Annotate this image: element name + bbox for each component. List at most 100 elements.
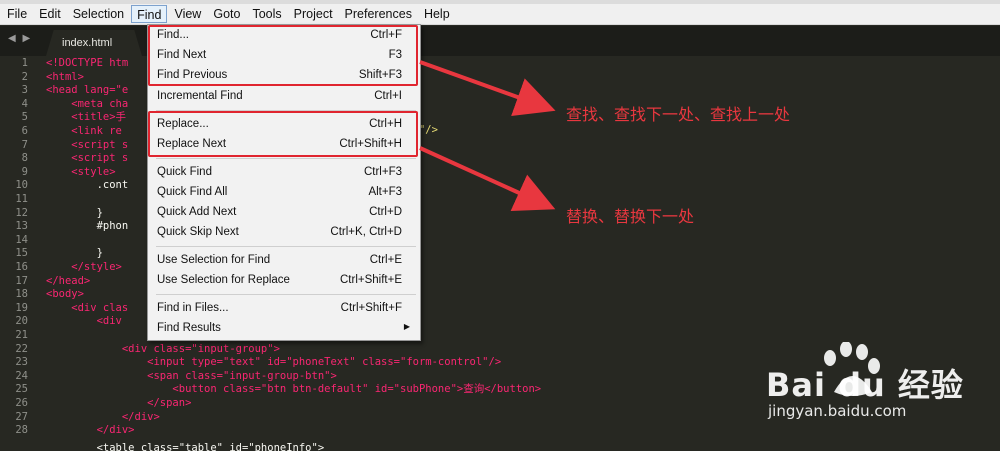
menu-tools[interactable]: Tools <box>247 5 286 23</box>
code-line: <body> <box>46 288 84 301</box>
submenu-arrow-icon: ▶ <box>403 322 410 331</box>
line-number: 16 <box>15 261 28 273</box>
menu-item-shortcut: Ctrl+Shift+E <box>340 274 402 286</box>
menu-find[interactable]: Find <box>131 5 168 23</box>
code-line: </span> <box>46 397 192 409</box>
code-line: #phon <box>46 220 129 233</box>
menu-item-label: Find Results <box>157 322 221 334</box>
find-menu-item[interactable]: Quick Find All Alt+F3 <box>149 183 419 203</box>
highlight-box-replace <box>148 111 418 157</box>
line-number: 19 <box>15 301 28 314</box>
menu-help[interactable]: Help <box>419 5 455 23</box>
tab-label: index.html <box>62 37 113 49</box>
watermark-brand: Bai du 经验 <box>766 366 964 404</box>
line-number: 7 <box>21 138 28 151</box>
find-menu-item[interactable]: Find in Files... Ctrl+Shift+F <box>149 299 419 319</box>
highlight-box-find <box>148 25 418 86</box>
menu-item-shortcut: Ctrl+I <box>374 90 402 102</box>
code-line: .cont <box>46 179 129 192</box>
code-line: <script s <box>46 138 129 151</box>
menu-goto[interactable]: Goto <box>208 5 245 23</box>
menu-separator <box>156 294 416 295</box>
line-number: 3 <box>21 84 28 97</box>
line-number: 8 <box>21 152 28 165</box>
find-menu-item[interactable]: Use Selection for Replace Ctrl+Shift+E <box>149 271 419 291</box>
code-line: <style> <box>46 165 116 178</box>
code-line: <meta cha <box>46 97 129 110</box>
line-number: 25 <box>15 383 28 396</box>
line-number: 26 <box>15 397 28 409</box>
code-line: </div> <box>46 410 160 423</box>
line-number: 1 <box>21 57 28 69</box>
menu-separator <box>156 158 416 159</box>
code-line: <script s <box>46 152 129 165</box>
menu-file[interactable]: File <box>2 5 32 23</box>
annotation-find: 查找、查找下一处、查找上一处 <box>566 105 791 124</box>
annotation-replace: 替换、替换下一处 <box>566 207 695 226</box>
menu-selection[interactable]: Selection <box>68 5 129 23</box>
line-number: 28 <box>15 424 28 437</box>
code-line: <span class="input-group-btn"> <box>46 369 337 382</box>
menu-preferences[interactable]: Preferences <box>340 5 417 23</box>
code-line: <head lang="e <box>46 84 129 97</box>
menu-view[interactable]: View <box>169 5 206 23</box>
find-menu-item[interactable]: Use Selection for Find Ctrl+E <box>149 251 419 271</box>
code-line-partial: <table class="table" id="phoneInfo"> <box>46 442 325 451</box>
menu-item-shortcut: Ctrl+E <box>369 254 402 266</box>
menu-item-label: Use Selection for Find <box>157 254 271 266</box>
line-number: 10 <box>15 179 28 192</box>
code-line: <!DOCTYPE htm <box>46 57 129 69</box>
code-line: <title>手 <box>46 111 127 124</box>
menu-item-shortcut: Ctrl+F3 <box>363 166 402 178</box>
code-line: <button class="btn btn-default" id="subP… <box>46 383 542 396</box>
menu-bar: File Edit Selection Find View Goto Tools… <box>0 4 1000 25</box>
find-menu-item[interactable]: Quick Skip Next Ctrl+K, Ctrl+D <box>149 223 419 243</box>
line-number: 20 <box>15 315 28 328</box>
menu-item-shortcut: Ctrl+K, Ctrl+D <box>330 226 402 238</box>
line-number: 4 <box>21 97 28 110</box>
line-number: 2 <box>21 70 28 83</box>
find-menu-item[interactable]: Quick Add Next Ctrl+D <box>149 203 419 223</box>
line-number: 15 <box>15 247 28 260</box>
line-number: 18 <box>15 288 28 301</box>
menu-item-label: Quick Skip Next <box>157 226 239 238</box>
line-number: 12 <box>15 206 28 219</box>
code-line: } <box>46 206 103 219</box>
code-line: </div> <box>46 424 135 437</box>
tab-nav-arrows-icon[interactable]: ◀ ▶ <box>8 33 32 44</box>
line-number: 6 <box>21 125 28 137</box>
menu-item-shortcut: Ctrl+D <box>369 206 402 218</box>
menu-item-label: Incremental Find <box>157 90 243 102</box>
menu-project[interactable]: Project <box>289 5 338 23</box>
line-number: 14 <box>15 233 28 246</box>
line-number-gutter: 1 2 3 4 5 6 7 8 9 10 11 12 13 14 15 16 17 18 19 20 21 22 23 24 2… <box>0 56 34 451</box>
line-number: 24 <box>15 369 28 382</box>
code-line: </head> <box>46 274 91 287</box>
baidu-watermark: Bai du 经验 jingyan.baidu.com <box>758 342 988 432</box>
menu-item-shortcut: Ctrl+Shift+F <box>340 302 402 314</box>
code-line: </style> <box>46 261 122 273</box>
code-line: <link re <box>46 125 122 137</box>
line-number: 13 <box>15 220 28 233</box>
code-line: <div clas <box>46 301 129 314</box>
menu-edit[interactable]: Edit <box>34 5 66 23</box>
code-line: <input type="text" id="phoneText" class=… <box>46 356 502 369</box>
line-number: 27 <box>15 410 28 423</box>
find-menu-item[interactable]: Find Results ▶ <box>149 319 419 339</box>
line-number: 21 <box>15 329 28 341</box>
line-number: 17 <box>15 274 28 287</box>
line-number: 23 <box>15 356 28 369</box>
find-menu-item[interactable]: Incremental Find Ctrl+I <box>149 87 419 107</box>
watermark-url: jingyan.baidu.com <box>768 402 907 420</box>
line-number: 5 <box>21 111 28 124</box>
tab-index-html[interactable]: index.html <box>46 30 142 56</box>
code-line: <div class="input-group"> <box>46 342 280 355</box>
code-line: } <box>46 247 103 260</box>
menu-item-label: Quick Find All <box>157 186 228 198</box>
line-number: 9 <box>21 165 28 178</box>
find-menu-item[interactable]: Quick Find Ctrl+F3 <box>149 163 419 183</box>
menu-separator <box>156 246 416 247</box>
code-line: <html> <box>46 70 84 83</box>
menu-item-label: Quick Add Next <box>157 206 237 218</box>
line-number: 22 <box>15 342 28 355</box>
